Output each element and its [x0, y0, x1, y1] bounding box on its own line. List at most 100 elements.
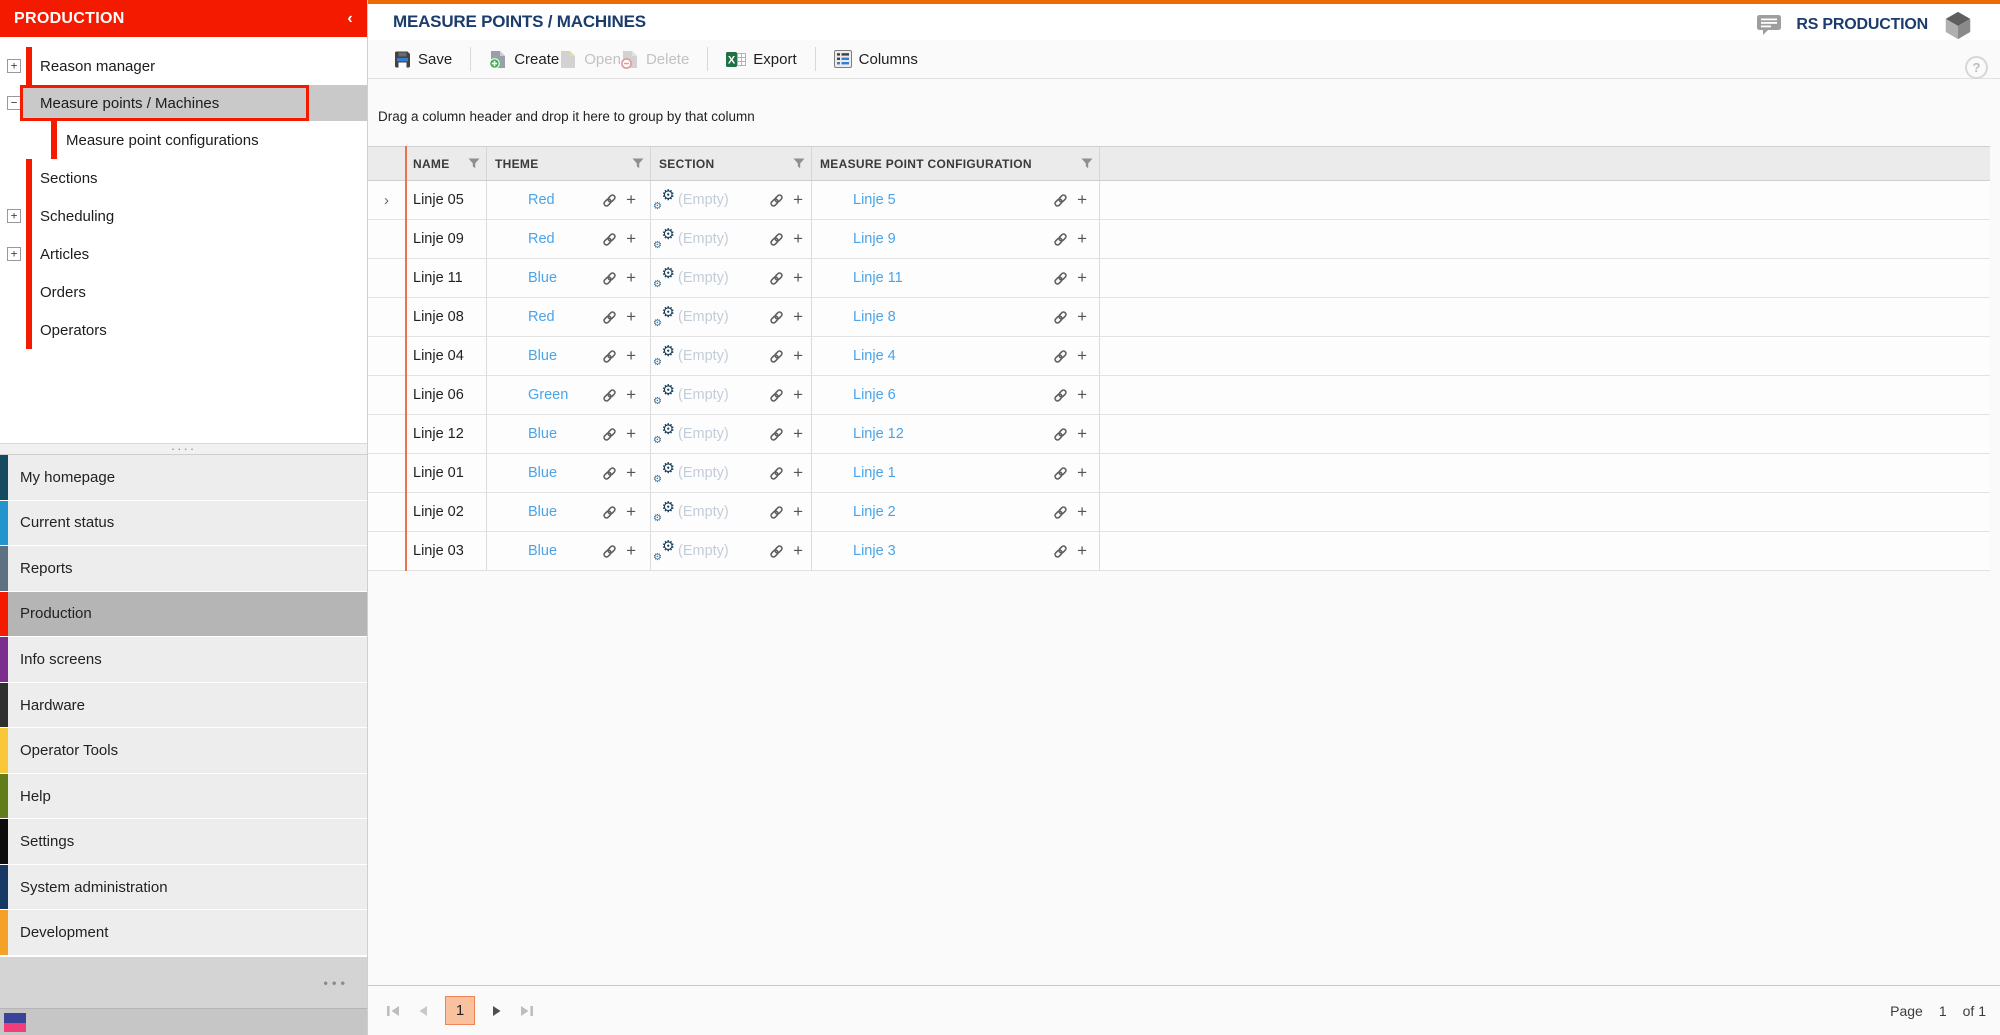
theme-link[interactable]: Green: [528, 387, 568, 403]
link-icon[interactable]: [1053, 232, 1068, 247]
measure-point-config-link[interactable]: Linje 5: [853, 192, 896, 208]
add-icon[interactable]: +: [793, 503, 803, 520]
tree-item[interactable]: Operators: [0, 311, 367, 349]
link-icon[interactable]: [1053, 427, 1068, 442]
columns-button[interactable]: Columns: [833, 50, 918, 68]
link-icon[interactable]: [602, 349, 617, 364]
menu-item[interactable]: Operator Tools: [0, 728, 367, 773]
measure-point-config-link[interactable]: Linje 1: [853, 465, 896, 481]
link-icon[interactable]: [769, 193, 784, 208]
column-header-name[interactable]: NAME: [405, 147, 487, 180]
link-icon[interactable]: [1053, 466, 1068, 481]
tree-expander-icon[interactable]: −: [7, 96, 21, 110]
add-icon[interactable]: +: [793, 464, 803, 481]
table-row[interactable]: Linje 04 Blue + ⚙ ⚙ (Empty) + Linje 4 +: [368, 337, 1990, 376]
measure-point-config-link[interactable]: Linje 6: [853, 387, 896, 403]
tree-item[interactable]: − Measure points / Machines: [0, 85, 367, 121]
export-button[interactable]: X Export: [726, 51, 797, 68]
menu-item[interactable]: Hardware: [0, 682, 367, 728]
menu-item[interactable]: Current status: [0, 500, 367, 546]
save-button[interactable]: Save: [394, 51, 452, 68]
add-icon[interactable]: +: [626, 386, 636, 403]
tree-item[interactable]: Sections: [0, 159, 367, 197]
table-row[interactable]: › Linje 05 Red + ⚙ ⚙ (Empty) + Linje 5 +: [368, 181, 1990, 220]
link-icon[interactable]: [769, 271, 784, 286]
sidebar-splitter[interactable]: ····: [0, 442, 367, 455]
first-page-button[interactable]: [386, 1005, 401, 1017]
add-icon[interactable]: +: [626, 464, 636, 481]
add-icon[interactable]: +: [793, 425, 803, 442]
menu-item[interactable]: System administration: [0, 864, 367, 910]
column-header-measure-point-configuration[interactable]: MEASURE POINT CONFIGURATION: [812, 147, 1100, 180]
theme-link[interactable]: Red: [528, 231, 555, 247]
menu-item[interactable]: Info screens: [0, 637, 367, 682]
column-header-theme[interactable]: THEME: [487, 147, 651, 180]
sidebar-collapse-icon[interactable]: ‹: [347, 10, 353, 28]
add-icon[interactable]: +: [1077, 425, 1087, 442]
link-icon[interactable]: [1053, 544, 1068, 559]
tree-item[interactable]: Measure point configurations: [0, 121, 367, 159]
table-row[interactable]: Linje 03 Blue + ⚙ ⚙ (Empty) + Linje 3 +: [368, 532, 1990, 571]
theme-link[interactable]: Blue: [528, 465, 557, 481]
link-icon[interactable]: [1053, 193, 1068, 208]
add-icon[interactable]: +: [793, 308, 803, 325]
menu-item[interactable]: Development: [0, 910, 367, 956]
theme-link[interactable]: Blue: [528, 426, 557, 442]
link-icon[interactable]: [769, 466, 784, 481]
table-row[interactable]: Linje 06 Green + ⚙ ⚙ (Empty) + Linje 6 +: [368, 376, 1990, 415]
open-button[interactable]: Open: [559, 50, 621, 69]
add-icon[interactable]: +: [1077, 230, 1087, 247]
link-icon[interactable]: [769, 232, 784, 247]
theme-link[interactable]: Blue: [528, 270, 557, 286]
menu-item[interactable]: My homepage: [0, 455, 367, 500]
current-page-button[interactable]: 1: [445, 996, 475, 1025]
add-icon[interactable]: +: [793, 347, 803, 364]
table-row[interactable]: Linje 08 Red + ⚙ ⚙ (Empty) + Linje 8 +: [368, 298, 1990, 337]
add-icon[interactable]: +: [1077, 542, 1087, 559]
add-icon[interactable]: +: [626, 230, 636, 247]
add-icon[interactable]: +: [793, 386, 803, 403]
theme-link[interactable]: Blue: [528, 348, 557, 364]
menu-item[interactable]: Settings: [0, 819, 367, 864]
table-row[interactable]: Linje 11 Blue + ⚙ ⚙ (Empty) + Linje 11 +: [368, 259, 1990, 298]
previous-page-button[interactable]: [417, 1005, 429, 1017]
column-header-section[interactable]: SECTION: [651, 147, 812, 180]
page-number[interactable]: 1: [1939, 1003, 1947, 1019]
add-icon[interactable]: +: [626, 347, 636, 364]
menu-item[interactable]: Reports: [0, 546, 367, 591]
table-row[interactable]: Linje 01 Blue + ⚙ ⚙ (Empty) + Linje 1 +: [368, 454, 1990, 493]
tree-expander-icon[interactable]: +: [7, 209, 21, 223]
add-icon[interactable]: +: [793, 230, 803, 247]
link-icon[interactable]: [1053, 271, 1068, 286]
link-icon[interactable]: [602, 310, 617, 325]
filter-icon[interactable]: [468, 158, 480, 169]
add-icon[interactable]: +: [1077, 386, 1087, 403]
menu-item[interactable]: Production: [0, 591, 367, 637]
link-icon[interactable]: [1053, 349, 1068, 364]
add-icon[interactable]: +: [626, 191, 636, 208]
language-flag-icon[interactable]: [4, 1013, 26, 1032]
last-page-button[interactable]: [519, 1005, 534, 1017]
measure-point-config-link[interactable]: Linje 2: [853, 504, 896, 520]
measure-point-config-link[interactable]: Linje 11: [853, 270, 903, 286]
help-icon[interactable]: ?: [1965, 56, 1988, 79]
brand-cube-icon[interactable]: [1942, 9, 1974, 41]
tree-item[interactable]: + Reason manager: [0, 47, 367, 85]
link-icon[interactable]: [602, 388, 617, 403]
link-icon[interactable]: [602, 466, 617, 481]
add-icon[interactable]: +: [1077, 269, 1087, 286]
link-icon[interactable]: [602, 544, 617, 559]
link-icon[interactable]: [769, 349, 784, 364]
add-icon[interactable]: +: [1077, 347, 1087, 364]
link-icon[interactable]: [769, 427, 784, 442]
next-page-button[interactable]: [491, 1005, 503, 1017]
link-icon[interactable]: [602, 271, 617, 286]
add-icon[interactable]: +: [793, 542, 803, 559]
add-icon[interactable]: +: [793, 269, 803, 286]
add-icon[interactable]: +: [626, 503, 636, 520]
add-icon[interactable]: +: [626, 542, 636, 559]
menu-overflow-icon[interactable]: •••: [323, 975, 349, 990]
filter-icon[interactable]: [793, 158, 805, 169]
tree-item[interactable]: + Articles: [0, 235, 367, 273]
measure-point-config-link[interactable]: Linje 3: [853, 543, 896, 559]
